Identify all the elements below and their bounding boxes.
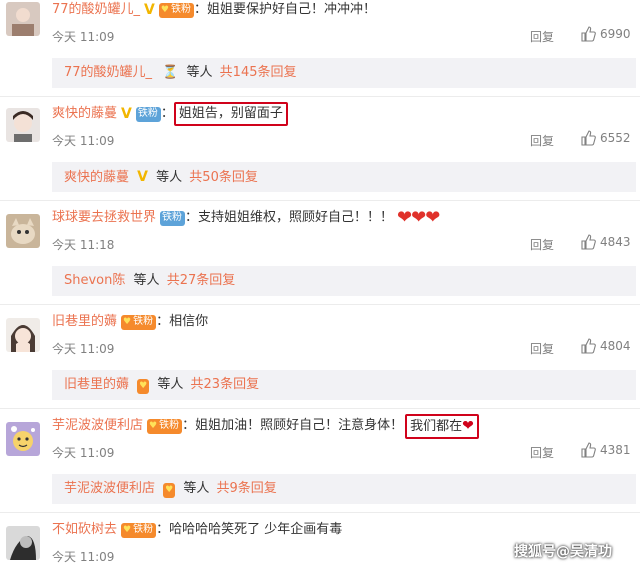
comment-time: 今天 11:09 <box>52 134 115 148</box>
heart-emoji-icon: ❤❤❤ <box>397 207 440 228</box>
thumbs-up-icon <box>581 234 596 250</box>
summary-reply-count[interactable]: 共27条回复 <box>167 273 236 288</box>
like-button[interactable]: 6990 <box>580 26 631 42</box>
reply-summary[interactable]: Shevon陈 等人 共27条回复 <box>52 266 636 296</box>
divider <box>0 96 640 97</box>
avatar[interactable] <box>6 526 40 560</box>
fan-badge: ♥ 铁粉 <box>158 2 194 18</box>
thumbs-up-icon <box>581 26 596 42</box>
comment-time: 今天 11:09 <box>52 342 115 356</box>
comment-time: 今天 11:09 <box>52 550 115 564</box>
username-link[interactable]: 爽快的藤蔓 <box>52 104 117 124</box>
divider <box>0 408 640 409</box>
comment-time: 今天 11:18 <box>52 238 115 252</box>
comment-text: 姐姐加油！照顾好自己！注意身体！ <box>195 418 404 433</box>
summary-username[interactable]: 芋泥波波便利店 <box>64 481 155 496</box>
hourglass-icon: ⏳ <box>162 65 179 80</box>
summary-label: 等人 <box>133 273 160 288</box>
summary-label: 等人 <box>156 170 183 185</box>
avatar[interactable] <box>6 2 40 36</box>
comment-text: 相信你 <box>169 314 209 329</box>
like-count: 4804 <box>600 339 631 353</box>
divider <box>0 512 640 513</box>
comment-text: 支持姐姐维权，照顾好自己！！！ <box>198 210 394 225</box>
username-link[interactable]: 不如砍树去 <box>52 520 117 540</box>
like-button[interactable]: 4843 <box>580 234 631 250</box>
reply-button[interactable]: 回复 <box>530 444 554 461</box>
vip-icon: V <box>121 106 132 122</box>
summary-label: 等人 <box>186 65 213 80</box>
like-button[interactable]: 4381 <box>580 442 631 458</box>
thumbs-up-icon <box>581 130 596 146</box>
summary-username[interactable]: 爽快的藤蔓 <box>64 170 129 185</box>
summary-reply-count[interactable]: 共9条回复 <box>217 481 277 496</box>
like-button[interactable]: 6552 <box>580 130 631 146</box>
reply-summary[interactable]: 爽快的藤蔓 V 等人 共50条回复 <box>52 162 636 192</box>
fan-badge-icon: ♥ <box>137 378 150 394</box>
summary-reply-count[interactable]: 共145条回复 <box>220 65 297 80</box>
like-count: 6990 <box>600 27 631 41</box>
divider <box>0 200 640 201</box>
like-button[interactable]: 4804 <box>580 338 631 354</box>
username-link[interactable]: 旧巷里的薅 <box>52 312 117 332</box>
avatar[interactable] <box>6 422 40 456</box>
username-link[interactable]: 芋泥波波便利店 <box>52 416 143 436</box>
reply-button[interactable]: 回复 <box>530 132 554 149</box>
comment-time: 今天 11:09 <box>52 446 115 460</box>
username-link[interactable]: 77的酸奶罐儿_ <box>52 0 140 20</box>
reply-button[interactable]: 回复 <box>530 236 554 253</box>
thumbs-up-icon <box>581 442 596 458</box>
reply-button[interactable]: 回复 <box>530 340 554 357</box>
heart-emoji-icon: ❤ <box>462 417 474 434</box>
fan-badge: 铁粉 <box>160 210 186 226</box>
comment-text: 姐姐要保护好自己！冲冲冲！ <box>206 2 376 17</box>
summary-username[interactable]: Shevon陈 <box>64 273 125 288</box>
fan-badge: ♥ 铁粉 <box>147 418 183 434</box>
summary-label: 等人 <box>183 481 210 496</box>
summary-reply-count[interactable]: 共23条回复 <box>191 377 260 392</box>
reply-button[interactable]: 回复 <box>530 28 554 45</box>
comment-text: 姐姐告，别留面子 <box>173 102 288 126</box>
summary-label: 等人 <box>157 377 184 392</box>
summary-reply-count[interactable]: 共50条回复 <box>189 170 258 185</box>
avatar[interactable] <box>6 318 40 352</box>
like-count: 4381 <box>600 443 631 457</box>
username-link[interactable]: 球球要去拯救世界 <box>52 208 156 228</box>
like-count: 6552 <box>600 131 631 145</box>
avatar[interactable] <box>6 108 40 142</box>
vip-icon: V <box>137 169 148 185</box>
fan-badge: 铁粉 <box>135 106 161 122</box>
reply-summary[interactable]: 77的酸奶罐儿_ ⏳ 等人 共145条回复 <box>52 58 636 88</box>
avatar[interactable] <box>6 214 40 248</box>
divider <box>0 304 640 305</box>
vip-icon: V <box>144 2 155 18</box>
reply-summary[interactable]: 旧巷里的薅 ♥ 等人 共23条回复 <box>52 370 636 400</box>
fan-badge: ♥ 铁粉 <box>121 314 157 330</box>
like-count: 4843 <box>600 235 631 249</box>
watermark: 搜狐号@吴清功 <box>514 544 612 560</box>
fan-badge: ♥ 铁粉 <box>121 522 157 538</box>
thumbs-up-icon <box>581 338 596 354</box>
highlighted-text: 我们都在❤ <box>405 413 479 439</box>
summary-username[interactable]: 77的酸奶罐儿_ <box>64 65 152 80</box>
comment-text: 哈哈哈哈笑死了 少年企画有毒 <box>169 522 343 537</box>
reply-summary[interactable]: 芋泥波波便利店 ♥ 等人 共9条回复 <box>52 474 636 504</box>
summary-username[interactable]: 旧巷里的薅 <box>64 377 129 392</box>
comment-time: 今天 11:09 <box>52 30 115 44</box>
fan-badge-icon: ♥ <box>163 482 176 498</box>
